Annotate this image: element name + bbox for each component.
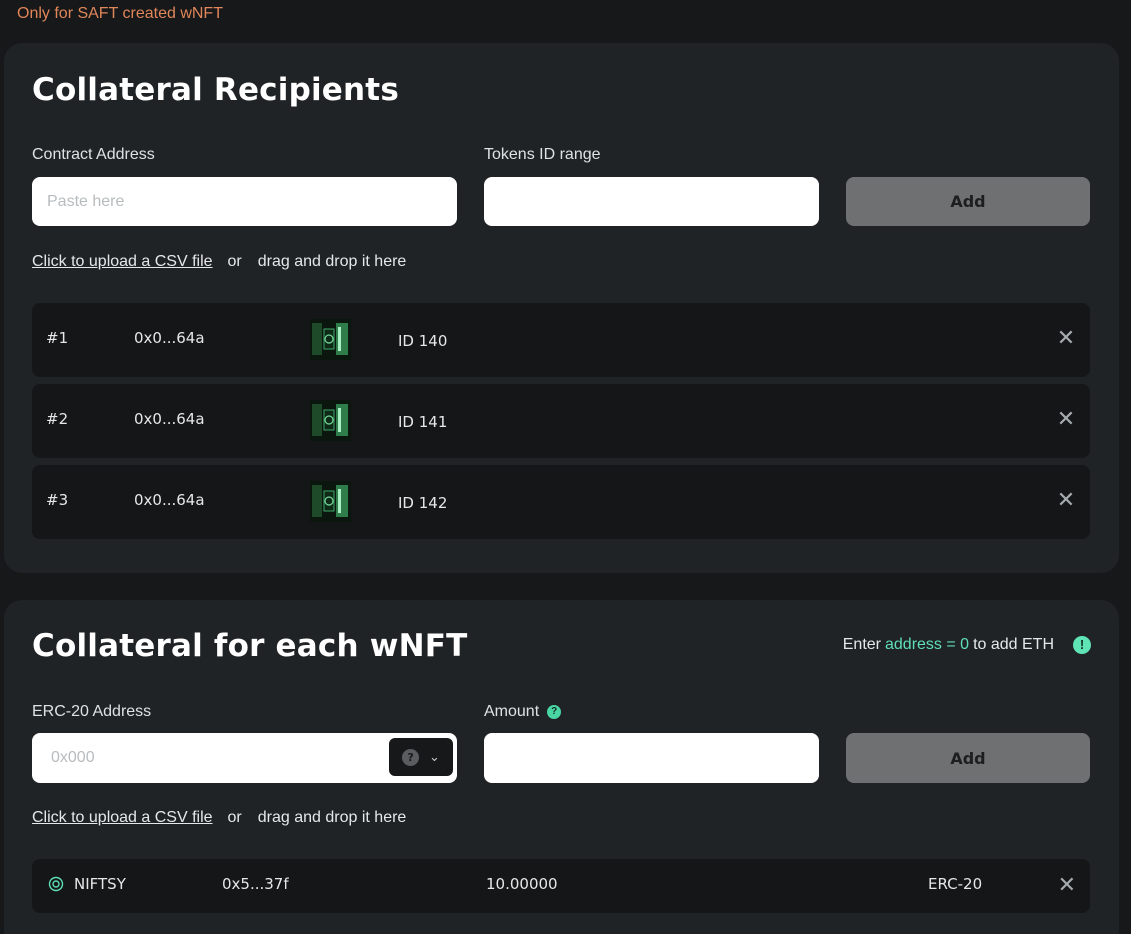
saft-note: Only for SAFT created wNFT [17,5,223,22]
row-number: #3 [46,491,69,509]
contract-address-input[interactable] [32,177,457,226]
token-address: 0x5...37f [222,875,289,893]
drag-drop-text: drag and drop it here [257,253,407,270]
hint-prefix: Enter [842,636,881,653]
drag-drop-text: drag and drop it here [257,809,407,826]
recipient-row: #3 0x0...64a ID 142 ✕ [32,465,1090,539]
nft-thumbnail [310,400,351,441]
close-icon[interactable]: ✕ [1056,327,1076,351]
help-icon[interactable]: ? [547,704,562,719]
csv-upload-recipients: Click to upload a CSV file or drag and d… [32,253,406,271]
erc20-address-label: ERC-20 Address [32,703,152,720]
close-icon[interactable]: ✕ [1056,489,1076,513]
collateral-item-row: NIFTSY 0x5...37f 10.00000 ERC-20 ✕ [32,859,1090,913]
amount-label-wrap: Amount? [484,703,562,721]
amount-input[interactable] [484,733,819,783]
row-token-id: ID 140 [398,332,448,350]
upload-csv-link[interactable]: Click to upload a CSV file [32,809,213,827]
recipients-title: Collateral Recipients [32,72,399,108]
hint-accent: address = 0 [885,636,970,653]
nft-thumbnail [310,319,351,360]
collateral-recipients-card: Collateral Recipients Contract Address T… [4,43,1119,573]
niftsy-token-icon [48,876,64,896]
token-amount: 10.00000 [486,875,558,893]
token-select-dropdown[interactable]: ? ⌄ [389,738,453,776]
row-number: #2 [46,410,69,428]
add-recipient-button[interactable]: Add [846,177,1090,226]
tokens-id-range-label: Tokens ID range [484,146,601,163]
token-standard: ERC-20 [928,875,983,893]
recipient-row: #2 0x0...64a ID 141 ✕ [32,384,1090,458]
eth-hint: Enter address = 0 to add ETH ! [843,636,1091,654]
recipient-row: #1 0x0...64a ID 140 ✕ [32,303,1090,377]
row-token-id: ID 142 [398,494,448,512]
erc20-address-wrapper: ? ⌄ [32,733,457,783]
add-collateral-button[interactable]: Add [846,733,1090,783]
row-address: 0x0...64a [134,491,205,509]
row-address: 0x0...64a [134,329,205,347]
info-icon[interactable]: ! [1073,636,1091,654]
hint-suffix: to add ETH [973,636,1054,653]
collateral-card: Collateral for each wNFT Enter address =… [4,600,1119,934]
upload-or-text: or [227,809,242,826]
chevron-down-icon: ⌄ [429,749,440,765]
upload-or-text: or [227,253,242,270]
row-address: 0x0...64a [134,410,205,428]
row-token-id: ID 141 [398,413,448,431]
unknown-token-icon: ? [402,748,420,766]
upload-csv-link[interactable]: Click to upload a CSV file [32,253,213,271]
csv-upload-collateral: Click to upload a CSV file or drag and d… [32,809,406,827]
nft-thumbnail [310,481,351,522]
tokens-id-range-input[interactable] [484,177,819,226]
collateral-title: Collateral for each wNFT [32,628,468,664]
close-icon[interactable]: ✕ [1058,873,1076,898]
row-number: #1 [46,329,69,347]
token-name: NIFTSY [74,875,126,893]
amount-label: Amount [484,703,540,720]
close-icon[interactable]: ✕ [1056,408,1076,432]
contract-address-label: Contract Address [32,146,155,163]
